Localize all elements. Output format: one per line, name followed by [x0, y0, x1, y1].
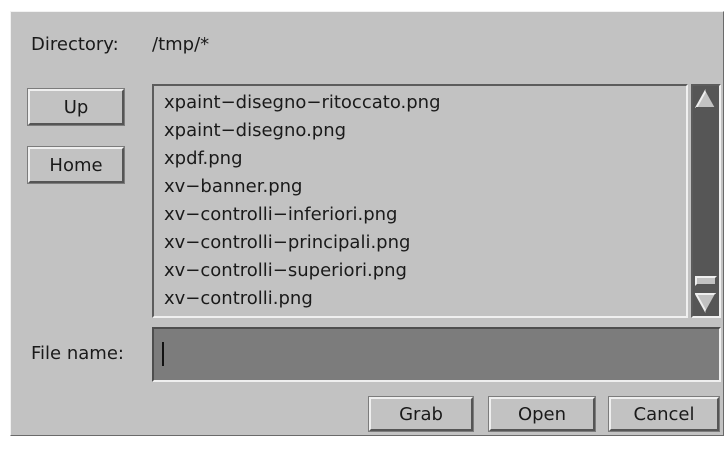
- scroll-thumb[interactable]: [695, 276, 717, 286]
- list-item[interactable]: xv−controlli.png: [164, 288, 313, 310]
- up-button-label: Up: [63, 96, 89, 118]
- cancel-button-label: Cancel: [633, 403, 695, 425]
- filename-label: File name:: [31, 343, 124, 364]
- list-item[interactable]: xv−controlli−inferiori.png: [164, 204, 397, 226]
- directory-label: Directory:: [31, 34, 119, 55]
- filename-input[interactable]: [152, 327, 721, 382]
- directory-path: /tmp/*: [152, 34, 210, 55]
- cancel-button[interactable]: Cancel: [609, 397, 719, 431]
- list-item[interactable]: xv−controlli−superiori.png: [164, 260, 407, 282]
- grab-button-label: Grab: [399, 403, 443, 425]
- triangle-up-icon[interactable]: [695, 88, 717, 110]
- grab-button[interactable]: Grab: [369, 397, 473, 431]
- open-button-label: Open: [517, 403, 567, 425]
- list-item[interactable]: xpdf.png: [164, 148, 243, 170]
- file-list[interactable]: xpaint−disegno−ritoccato.png xpaint−dise…: [152, 84, 688, 318]
- file-dialog: Directory: /tmp/* Up Home xpaint−disegno…: [10, 11, 724, 436]
- open-button[interactable]: Open: [489, 397, 595, 431]
- text-cursor: [162, 342, 164, 366]
- triangle-down-icon[interactable]: [695, 292, 717, 314]
- list-item[interactable]: xpaint−disegno−ritoccato.png: [164, 92, 441, 114]
- up-button[interactable]: Up: [28, 89, 124, 125]
- list-item[interactable]: xv−banner.png: [164, 176, 302, 198]
- home-button-label: Home: [49, 154, 103, 176]
- file-list-scrollbar[interactable]: [691, 84, 721, 318]
- home-button[interactable]: Home: [28, 147, 124, 183]
- list-item[interactable]: xpaint−disegno.png: [164, 120, 346, 142]
- list-item[interactable]: xv−controlli−principali.png: [164, 232, 410, 254]
